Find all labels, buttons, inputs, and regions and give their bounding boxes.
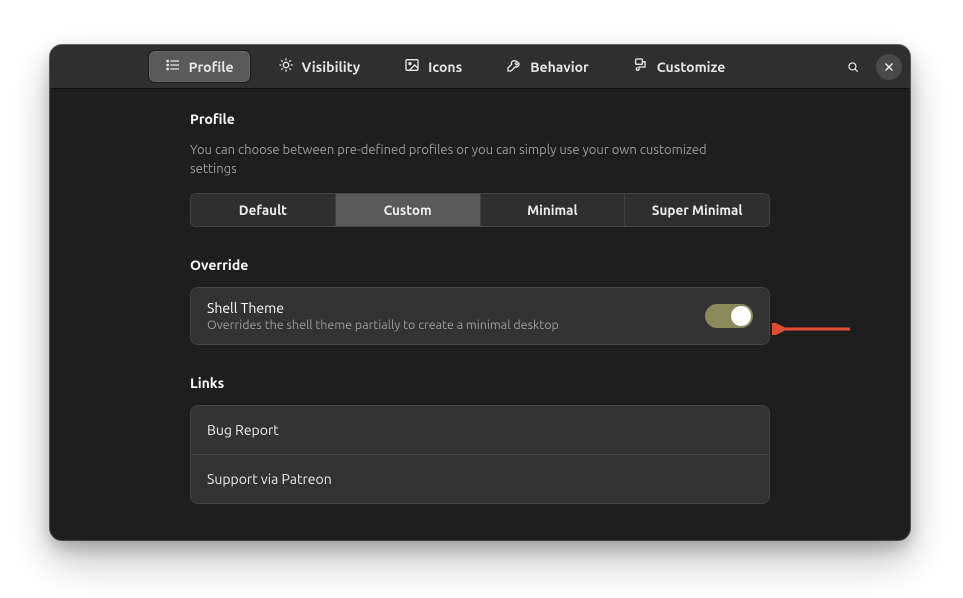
- profile-section-title: Profile: [190, 111, 770, 127]
- shell-theme-subtitle: Overrides the shell theme partially to c…: [207, 318, 559, 332]
- close-button[interactable]: [876, 54, 902, 80]
- shell-theme-text: Shell Theme Overrides the shell theme pa…: [207, 300, 559, 332]
- tab-label: Visibility: [302, 59, 361, 75]
- tab-icons[interactable]: Icons: [388, 51, 478, 82]
- search-button[interactable]: [840, 54, 866, 80]
- shell-theme-toggle[interactable]: [705, 304, 753, 328]
- profile-option-default[interactable]: Default: [191, 194, 336, 226]
- tab-visibility[interactable]: Visibility: [262, 51, 377, 82]
- tab-label: Profile: [189, 59, 234, 75]
- tab-label: Icons: [428, 59, 462, 75]
- tab-behavior[interactable]: Behavior: [490, 51, 605, 82]
- content-area: Profile You can choose between pre-defin…: [50, 89, 910, 540]
- image-icon: [404, 57, 420, 76]
- paint-icon: [633, 57, 649, 76]
- links-list: Bug Report Support via Patreon: [190, 405, 770, 504]
- tab-customize[interactable]: Customize: [617, 51, 742, 82]
- tab-profile[interactable]: Profile: [149, 51, 250, 82]
- tab-label: Customize: [657, 59, 726, 75]
- tab-label: Behavior: [530, 59, 589, 75]
- shell-theme-title: Shell Theme: [207, 300, 559, 316]
- list-icon: [165, 57, 181, 76]
- titlebar: Profile Visibility Icons Behavior: [50, 45, 910, 89]
- title-actions: [840, 54, 902, 80]
- profile-option-custom[interactable]: Custom: [336, 194, 481, 226]
- shell-theme-row: Shell Theme Overrides the shell theme pa…: [190, 287, 770, 345]
- tab-bar: Profile Visibility Icons Behavior: [58, 51, 832, 82]
- link-bug-report[interactable]: Bug Report: [191, 406, 769, 455]
- search-icon: [846, 60, 860, 74]
- sun-icon: [278, 57, 294, 76]
- link-support-patreon[interactable]: Support via Patreon: [191, 455, 769, 503]
- profile-option-minimal[interactable]: Minimal: [481, 194, 626, 226]
- profile-section-desc: You can choose between pre-defined profi…: [190, 141, 710, 179]
- links-section-title: Links: [190, 375, 770, 391]
- profile-option-group: Default Custom Minimal Super Minimal: [190, 193, 770, 227]
- override-section-title: Override: [190, 257, 770, 273]
- wrench-icon: [506, 57, 522, 76]
- profile-option-superminimal[interactable]: Super Minimal: [625, 194, 769, 226]
- close-icon: [882, 60, 896, 74]
- settings-window: Profile Visibility Icons Behavior: [50, 45, 910, 540]
